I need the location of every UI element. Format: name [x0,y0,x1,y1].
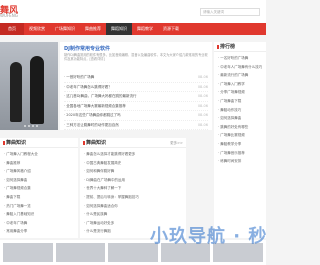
left-list-item[interactable]: · 广场舞风格介绍 [4,167,74,176]
featured-list-item[interactable]: · 这几首DJ舞曲，广场舞大妈都在跳的最新流行 08-06 [64,92,208,102]
left-column-title: 舞曲知识 [0,138,78,148]
left-list-item[interactable]: · 广场舞视频合集 [4,184,74,193]
nav-home[interactable]: 首页 [0,23,24,35]
search-input[interactable]: 请输入关键词 [200,8,260,16]
carousel-dots [24,125,38,127]
featured-item-title: · 三种方法让跳舞时的动作更加自然 [64,122,119,127]
carousel-dot[interactable] [36,125,38,127]
left-column: 舞曲知识 · 广场舞入门教程大全 · 舞曲推荐 · 广场舞风格介绍 · 如何选择舞曲 ·… [0,138,78,238]
featured-item-title: · 全国各地广场舞大赛最新视频合集推荐 [64,103,126,108]
left-list-item[interactable]: · 舞曲推荐 [4,159,74,168]
left-list-item[interactable]: · 舞曲下载 [4,193,74,202]
left-list-item[interactable]: · 热门广场舞一览 [4,202,74,211]
rank-list-item[interactable]: · 分享广场舞视频 [218,88,262,97]
mid-list-item[interactable]: · 如何和舞伴跳好舞 [84,167,182,176]
carousel-dot[interactable] [24,125,26,127]
mid-list-item[interactable]: · 什么是民族舞 [84,210,182,219]
rank-list-item[interactable]: · 舞蹈教学分享 [218,140,262,149]
thumbnail[interactable] [55,243,106,262]
featured-item-date: 08-06 [197,113,208,117]
rank-list-item[interactable]: · 中老年人广场舞有什么技巧 [218,63,262,72]
featured-list-item[interactable]: · 中老年广场舞怎么跳得好看？ 08-06 [64,83,208,92]
featured-list-item[interactable]: · 全国各地广场舞大赛最新视频合集推荐 08-06 [64,102,208,111]
hero-carousel[interactable] [0,42,58,130]
featured-item-date: 08-06 [197,103,208,108]
mid-list-item[interactable]: · 中国古典舞蹈发展简史 [84,159,182,168]
rank-panel: 排行榜 · 一名好听的广场舞 · 中老年人广场舞有什么技巧 · 最新流行的广场舞 · … [214,42,266,238]
featured-title[interactable]: DJ制作常用专业软件 [64,45,110,52]
rank-title: 排行榜 [214,42,266,52]
nav-knowledge[interactable]: 舞蹈知识 [106,23,132,35]
mid-list-item[interactable]: · 如何选择舞曲适合你 [84,202,182,211]
mid-list-item[interactable]: · 世界十大舞种了解一下 [84,184,182,193]
rank-list-item[interactable]: · 广场舞入门教学 [218,80,262,89]
main-nav: 首页 视频欣赏 广场舞知识 舞曲推荐 舞蹈知识 舞蹈教学 资源下载 [0,23,266,35]
featured-list-item[interactable]: · 三种方法让跳舞时的动作更加自然 08-06 [64,121,208,130]
featured-article: DJ制作常用专业软件 制作DJ舞曲常用的软件有很多，比如音频编辑、混音以及编曲软… [60,42,212,130]
mid-column-title: 舞曲知识 更多>> [80,138,186,148]
logo-subtext: WUFENG [0,13,18,18]
left-list-item[interactable]: · 常用舞曲分享 [4,227,74,236]
top-bar: 舞风 WUFENG 请输入关键词 [0,0,266,23]
rank-list-item[interactable]: · 如何选择舞曲 [218,114,262,123]
thumbnail[interactable] [3,243,53,262]
page: 舞风 WUFENG 请输入关键词 首页 视频欣赏 广场舞知识 舞曲推荐 舞蹈知识… [0,0,266,265]
carousel-dot[interactable] [32,125,34,127]
dancer-figure [30,56,44,124]
rank-list-item[interactable]: · 广场舞曲下载 [218,97,262,106]
rank-list: · 一名好听的广场舞 · 中老年人广场舞有什么技巧 · 最新流行的广场舞 · 广场舞入… [214,52,266,168]
left-list-item[interactable]: · 如何选择舞曲 [4,176,74,185]
featured-item-date: 08-06 [197,84,208,89]
rank-list-item[interactable]: · 练舞时间安排 [218,157,262,166]
left-column-list: · 广场舞入门教程大全 · 舞曲推荐 · 广场舞风格介绍 · 如何选择舞曲 · 广场舞视… [0,148,78,238]
mid-list-item[interactable]: · 舞曲怎么选择才能跳得好看更多 [84,150,182,159]
featured-item-title: · 这几首DJ舞曲，广场舞大妈都在跳的最新流行 [64,94,137,98]
more-link[interactable]: 更多>> [170,138,183,148]
carousel-dot[interactable] [28,125,30,127]
mid-column-title-text: 舞曲知识 [86,140,107,146]
left-list-item[interactable]: · 广场舞入门教程大全 [4,150,74,159]
site-logo[interactable]: 舞风 WUFENG [0,3,30,21]
mid-list-item[interactable]: · DJ舞曲在广场舞中的运用 [84,176,182,185]
mid-list-item[interactable]: · 提前、提后与转身：掌握舞蹈技巧 [84,193,182,202]
rank-list-item[interactable]: · 最新流行的广场舞 [218,71,262,80]
nav-video[interactable]: 视频欣赏 [24,23,50,35]
rank-list-item[interactable]: · 广场舞音乐推荐 [218,149,262,158]
featured-item-title: · 中老年广场舞怎么跳得好看？ [64,84,112,89]
featured-list-item[interactable]: · 2020年这些广场舞曲你都跳过了吗 08-06 [64,111,208,121]
nav-music[interactable]: 舞曲推荐 [80,23,106,35]
rank-list-item[interactable]: · 跳舞的好处有哪些 [218,123,262,132]
rank-list-item[interactable]: · 舞蹈动作技巧 [218,106,262,115]
featured-item-date: 08-06 [197,75,208,79]
watermark: 小玖导航 · 秒收 [150,226,266,247]
featured-item-date: 08-06 [197,94,208,98]
nav-teaching[interactable]: 舞蹈教学 [132,23,158,35]
featured-item-title: · 2020年这些广场舞曲你都跳过了吗 [64,113,121,117]
nav-square-dance[interactable]: 广场舞知识 [50,23,80,35]
nav-download[interactable]: 资源下载 [158,23,184,35]
featured-item-title: · 一首好听的广场舞 [64,75,95,79]
dancer-figure [10,62,22,122]
featured-list: · 一首好听的广场舞 08-06 · 中老年广场舞怎么跳得好看？ 08-06 · 这几首… [64,73,208,130]
featured-list-item[interactable]: · 一首好听的广场舞 08-06 [64,73,208,83]
left-list-item[interactable]: · 舞蹈入门基础知识 [4,210,74,219]
rank-list-item[interactable]: · 一名好听的广场舞 [218,54,262,63]
featured-item-date: 08-06 [197,122,208,127]
featured-desc: 制作DJ舞曲常用的软件有很多，比如音频编辑、混音以及编曲软件，本文为大家介绍几款… [64,53,208,61]
left-list-item[interactable]: · 中老年广场舞 [4,219,74,228]
rank-list-item[interactable]: · 广场舞比赛视频 [218,131,262,140]
